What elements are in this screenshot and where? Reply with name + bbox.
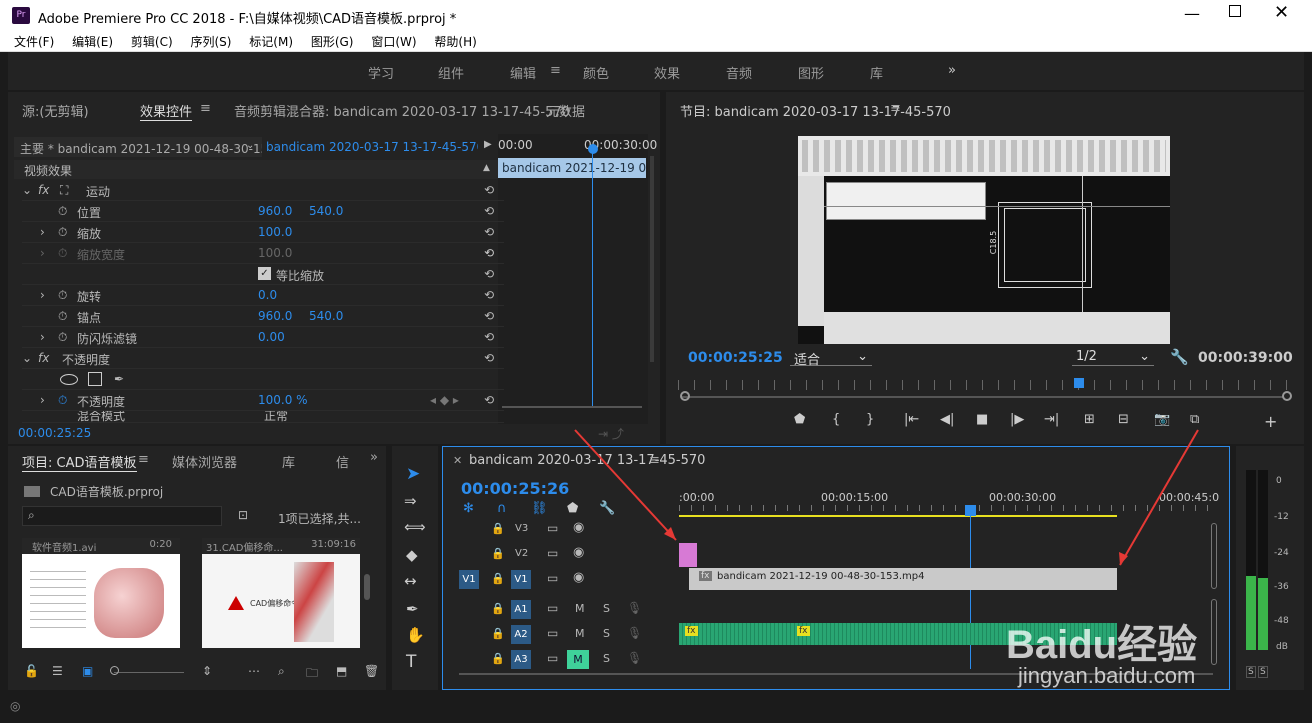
annotation-arrow-left [574, 429, 677, 541]
annotation-arrow-right [1119, 429, 1199, 566]
watermark-logo: Baidu经验 [1006, 623, 1198, 667]
watermark-url: jingyan.baidu.com [1018, 663, 1196, 688]
